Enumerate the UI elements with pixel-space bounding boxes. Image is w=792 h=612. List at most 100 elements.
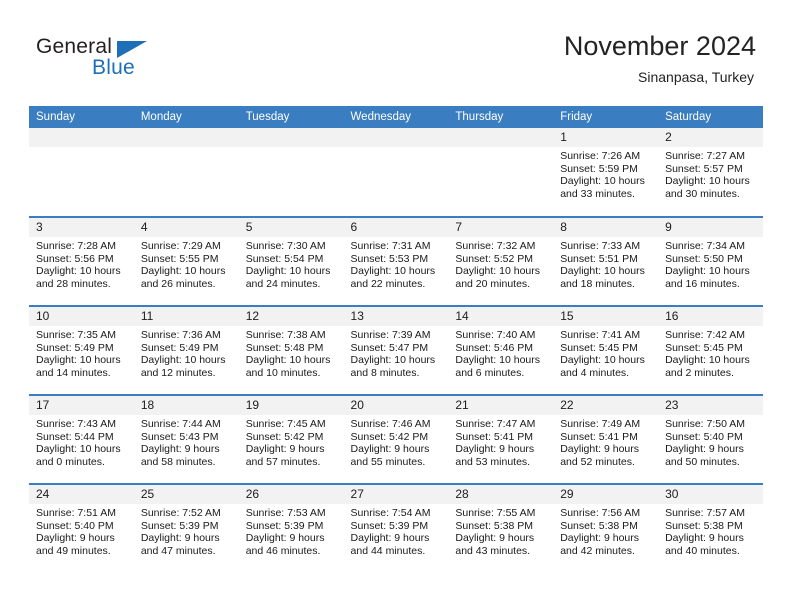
sunset-text: Sunset: 5:51 PM <box>560 252 638 265</box>
day-details <box>344 147 449 150</box>
day-number: 8 <box>553 218 659 237</box>
day-details: Sunrise: 7:47 AM Sunset: 5:41 PM Daylight:… <box>448 415 553 468</box>
day-cell[interactable] <box>448 128 554 217</box>
sunrise-text: Sunrise: 7:45 AM <box>245 418 326 430</box>
day-details: Sunrise: 7:29 AM Sunset: 5:55 PM Daylight:… <box>134 237 239 290</box>
day-details: Sunrise: 7:56 AM Sunset: 5:38 PM Daylight:… <box>553 504 658 557</box>
daylight-text: Daylight: 10 hours and 14 minutes. <box>36 354 121 379</box>
day-cell[interactable]: 24 Sunrise: 7:51 AM Sunset: 5:40 PM Dayligh… <box>29 483 134 573</box>
day-cell[interactable]: 16 Sunrise: 7:42 AM Sunset: 5:45 PM Dayligh… <box>658 305 763 395</box>
day-cell[interactable]: 6 Sunrise: 7:31 AM Sunset: 5:53 PM Daylight… <box>343 216 449 306</box>
day-number: 28 <box>448 485 554 504</box>
sunset-text: Sunset: 5:41 PM <box>455 430 534 443</box>
weekday-header-saturday: Saturday <box>658 106 763 128</box>
day-cell[interactable]: 4 Sunrise: 7:29 AM Sunset: 5:55 PM Daylight… <box>133 216 239 306</box>
day-number: 14 <box>448 307 554 326</box>
daylight-text: Daylight: 10 hours and 4 minutes. <box>560 354 645 379</box>
sunset-text: Sunset: 5:47 PM <box>350 341 429 354</box>
day-cell[interactable]: 17 Sunrise: 7:43 AM Sunset: 5:44 PM Dayligh… <box>29 394 134 484</box>
daylight-text: Daylight: 10 hours and 0 minutes. <box>36 443 121 468</box>
day-cell[interactable] <box>343 128 449 217</box>
day-number: 5 <box>238 218 344 237</box>
sunrise-text: Sunrise: 7:50 AM <box>665 418 746 430</box>
day-cell[interactable]: 2 Sunrise: 7:27 AM Sunset: 5:57 PM Daylight… <box>658 128 763 217</box>
day-cell[interactable]: 29 Sunrise: 7:56 AM Sunset: 5:38 PM Dayligh… <box>553 483 659 573</box>
daylight-text: Daylight: 9 hours and 44 minutes. <box>350 532 430 557</box>
day-cell[interactable]: 21 Sunrise: 7:47 AM Sunset: 5:41 PM Dayligh… <box>448 394 554 484</box>
day-cell[interactable]: 30 Sunrise: 7:57 AM Sunset: 5:38 PM Dayligh… <box>658 483 763 573</box>
day-number: 17 <box>29 396 134 415</box>
sunset-text: Sunset: 5:38 PM <box>455 519 534 532</box>
day-cell[interactable]: 15 Sunrise: 7:41 AM Sunset: 5:45 PM Dayligh… <box>553 305 659 395</box>
day-cell[interactable]: 20 Sunrise: 7:46 AM Sunset: 5:42 PM Dayligh… <box>343 394 449 484</box>
sunrise-text: Sunrise: 7:52 AM <box>140 507 221 519</box>
daylight-text: Daylight: 10 hours and 20 minutes. <box>455 265 541 290</box>
day-number: 7 <box>448 218 554 237</box>
day-cell[interactable]: 23 Sunrise: 7:50 AM Sunset: 5:40 PM Dayligh… <box>658 394 763 484</box>
weekday-header-sunday: Sunday <box>29 106 134 128</box>
sunset-text: Sunset: 5:39 PM <box>140 519 219 532</box>
day-number: 9 <box>658 218 763 237</box>
sunrise-text: Sunrise: 7:30 AM <box>245 240 326 252</box>
day-cell[interactable]: 19 Sunrise: 7:45 AM Sunset: 5:42 PM Dayligh… <box>238 394 344 484</box>
general-blue-logo[interactable]: General Blue <box>36 36 166 84</box>
daylight-text: Daylight: 10 hours and 2 minutes. <box>665 354 750 379</box>
day-details: Sunrise: 7:26 AM Sunset: 5:59 PM Daylight:… <box>553 147 658 200</box>
day-cell[interactable]: 22 Sunrise: 7:49 AM Sunset: 5:41 PM Dayligh… <box>553 394 659 484</box>
sunrise-text: Sunrise: 7:49 AM <box>560 418 641 430</box>
day-cell[interactable]: 12 Sunrise: 7:38 AM Sunset: 5:48 PM Dayligh… <box>238 305 344 395</box>
sunrise-text: Sunrise: 7:57 AM <box>665 507 746 519</box>
day-cell[interactable] <box>238 128 344 217</box>
day-details: Sunrise: 7:50 AM Sunset: 5:40 PM Daylight:… <box>658 415 763 468</box>
day-cell[interactable] <box>133 128 239 217</box>
page-header: General Blue November 2024 Sinanpasa, Tu… <box>0 0 792 104</box>
day-cell[interactable]: 10 Sunrise: 7:35 AM Sunset: 5:49 PM Dayligh… <box>29 305 134 395</box>
sunset-text: Sunset: 5:53 PM <box>350 252 429 265</box>
day-number <box>343 128 449 147</box>
day-details: Sunrise: 7:45 AM Sunset: 5:42 PM Daylight:… <box>239 415 344 468</box>
day-cell[interactable]: 14 Sunrise: 7:40 AM Sunset: 5:46 PM Dayligh… <box>448 305 554 395</box>
day-cell[interactable]: 7 Sunrise: 7:32 AM Sunset: 5:52 PM Daylight… <box>448 216 554 306</box>
sunrise-text: Sunrise: 7:33 AM <box>560 240 641 252</box>
daylight-text: Daylight: 10 hours and 30 minutes. <box>665 175 750 200</box>
day-cell[interactable]: 13 Sunrise: 7:39 AM Sunset: 5:47 PM Dayligh… <box>343 305 449 395</box>
day-cell[interactable]: 3 Sunrise: 7:28 AM Sunset: 5:56 PM Daylight… <box>29 216 134 306</box>
day-cell[interactable]: 5 Sunrise: 7:30 AM Sunset: 5:54 PM Daylight… <box>238 216 344 306</box>
day-details: Sunrise: 7:32 AM Sunset: 5:52 PM Daylight:… <box>448 237 553 290</box>
daylight-text: Daylight: 9 hours and 50 minutes. <box>665 443 744 468</box>
day-cell[interactable]: 11 Sunrise: 7:36 AM Sunset: 5:49 PM Dayligh… <box>133 305 239 395</box>
day-cell[interactable]: 18 Sunrise: 7:44 AM Sunset: 5:43 PM Dayligh… <box>133 394 239 484</box>
weekday-header-friday: Friday <box>553 106 659 128</box>
day-number: 27 <box>343 485 449 504</box>
sunset-text: Sunset: 5:44 PM <box>36 430 114 443</box>
sunset-text: Sunset: 5:38 PM <box>560 519 638 532</box>
week-row: 1 Sunrise: 7:26 AM Sunset: 5:59 PM Daylight… <box>29 128 763 217</box>
sunrise-text: Sunrise: 7:31 AM <box>350 240 431 252</box>
daylight-text: Daylight: 10 hours and 6 minutes. <box>455 354 541 379</box>
day-cell[interactable]: 25 Sunrise: 7:52 AM Sunset: 5:39 PM Dayligh… <box>133 483 239 573</box>
sunrise-text: Sunrise: 7:54 AM <box>350 507 431 519</box>
day-cell[interactable]: 9 Sunrise: 7:34 AM Sunset: 5:50 PM Daylight… <box>658 216 763 306</box>
sunrise-text: Sunrise: 7:36 AM <box>140 329 221 341</box>
daylight-text: Daylight: 9 hours and 58 minutes. <box>140 443 220 468</box>
day-cell[interactable] <box>29 128 134 217</box>
sunset-text: Sunset: 5:43 PM <box>140 430 219 443</box>
day-cell[interactable]: 26 Sunrise: 7:53 AM Sunset: 5:39 PM Dayligh… <box>238 483 344 573</box>
day-cell[interactable]: 8 Sunrise: 7:33 AM Sunset: 5:51 PM Daylight… <box>553 216 659 306</box>
sunset-text: Sunset: 5:56 PM <box>36 252 114 265</box>
day-number <box>29 128 134 147</box>
sunrise-text: Sunrise: 7:55 AM <box>455 507 536 519</box>
day-details: Sunrise: 7:43 AM Sunset: 5:44 PM Daylight:… <box>29 415 134 468</box>
day-number: 30 <box>658 485 763 504</box>
week-row: 24 Sunrise: 7:51 AM Sunset: 5:40 PM Dayligh… <box>29 483 763 573</box>
day-cell[interactable]: 1 Sunrise: 7:26 AM Sunset: 5:59 PM Daylight… <box>553 128 659 217</box>
day-number: 6 <box>343 218 449 237</box>
day-details: Sunrise: 7:35 AM Sunset: 5:49 PM Daylight:… <box>29 326 134 379</box>
day-cell[interactable]: 27 Sunrise: 7:54 AM Sunset: 5:39 PM Dayligh… <box>343 483 449 573</box>
day-number <box>133 128 239 147</box>
day-details: Sunrise: 7:51 AM Sunset: 5:40 PM Daylight:… <box>29 504 134 557</box>
day-number: 16 <box>658 307 763 326</box>
day-details: Sunrise: 7:40 AM Sunset: 5:46 PM Daylight:… <box>448 326 553 379</box>
day-cell[interactable]: 28 Sunrise: 7:55 AM Sunset: 5:38 PM Dayligh… <box>448 483 554 573</box>
day-details: Sunrise: 7:30 AM Sunset: 5:54 PM Daylight:… <box>239 237 344 290</box>
